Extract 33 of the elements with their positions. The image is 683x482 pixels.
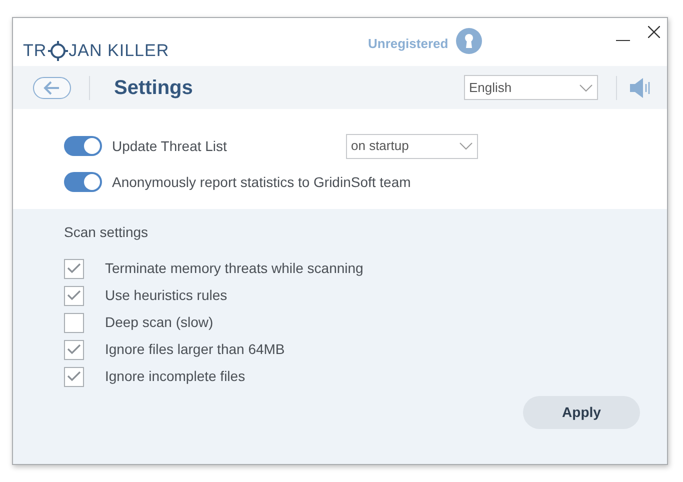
checkmark-icon	[67, 263, 81, 274]
option-label: Deep scan (slow)	[105, 313, 214, 332]
chevron-down-icon	[459, 142, 473, 150]
option-label: Ignore incomplete files	[105, 367, 246, 386]
checkbox[interactable]	[64, 312, 84, 332]
keyhole-icon[interactable]	[456, 28, 482, 54]
chevron-down-icon	[579, 84, 593, 92]
page-title: Settings	[114, 76, 193, 100]
checkmark-icon	[67, 344, 81, 355]
option-label: Use heuristics rules	[105, 286, 228, 305]
speaker-icon[interactable]	[629, 76, 651, 98]
logo-text: JAN KILLER	[68, 40, 170, 62]
checkmark-icon	[67, 371, 81, 382]
option-label: Terminate memory threats while scanning	[105, 259, 364, 278]
checkmark-icon	[67, 290, 81, 301]
frequency-dropdown[interactable]: on startup	[346, 134, 478, 158]
crosshair-icon	[48, 40, 68, 61]
checkbox[interactable]	[64, 286, 84, 306]
checkbox[interactable]	[64, 340, 84, 360]
logo-text: TR	[23, 40, 47, 62]
apply-button[interactable]: Apply	[523, 396, 640, 429]
arrow-left-icon	[43, 80, 61, 94]
toggle-switch[interactable]	[64, 172, 102, 192]
close-icon[interactable]	[648, 26, 660, 38]
language-dropdown[interactable]: English	[464, 75, 598, 100]
checkbox[interactable]	[64, 366, 84, 386]
checkbox[interactable]	[64, 258, 84, 278]
section-heading: Scan settings	[64, 223, 150, 242]
option-label: Ignore files larger than 64MB	[105, 340, 285, 359]
toggle-switch[interactable]	[64, 136, 102, 156]
setting-label: Update Threat List	[112, 136, 227, 156]
setting-label: Anonymously report statistics to GridinSoft team	[112, 172, 411, 192]
back-button[interactable]	[33, 76, 71, 98]
